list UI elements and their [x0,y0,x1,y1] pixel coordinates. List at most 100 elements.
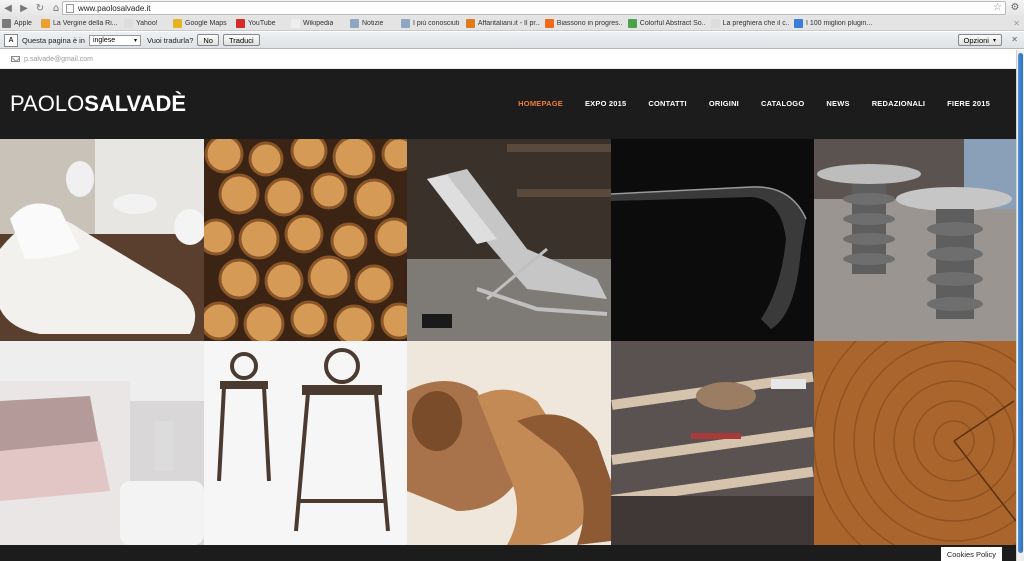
bookmark-item[interactable]: I più conosciuti [401,17,461,30]
gallery-tile-stools[interactable] [204,341,407,545]
white-chaise-image [0,139,204,341]
translate-icon: A [4,33,18,47]
gallery-tile-tables[interactable] [814,139,1016,341]
bookmark-item[interactable]: La Vergine della Ri... [41,17,119,30]
bookmark-label: Notizie [362,19,384,27]
bookmark-item[interactable]: Wikipedia [291,17,345,30]
translate-infobar: A Questa pagina è in inglese ▾ Vuoi trad… [0,32,1024,49]
folder-icon [350,18,359,28]
translate-button[interactable]: Traduci [222,34,260,46]
wall-shelves-image [611,341,814,545]
logo-first-name: PAOLO [10,91,85,116]
blogger-icon [545,18,554,28]
bookmark-label: La preghiera che il c... [722,19,789,27]
nav-item-homepage[interactable]: HOMEPAGE [518,99,563,108]
bookmark-item[interactable]: Affaritaliani.it - Il pr... [466,17,540,30]
address-bar[interactable]: www.paolosalvade.it ☆ [62,1,1006,15]
bookmark-label: YouTube [248,19,276,27]
wrench-icon[interactable]: ⚙ [1009,2,1021,14]
bookmark-label: La Vergine della Ri... [53,19,118,27]
bookmark-label: Colorful Abstract So... [639,19,706,27]
site-icon [466,18,475,28]
site-footer: Cookies Policy [0,545,1016,561]
bookmark-item[interactable]: YouTube [236,17,286,30]
chevron-down-icon: ▾ [992,37,996,44]
wood-rolls-image [407,341,611,545]
gallery-tile-bed[interactable] [0,341,204,545]
leaf-icon [628,18,637,28]
bookmark-item[interactable]: La preghiera che il c... [711,17,789,30]
bookmark-item[interactable]: Biassono in progres... [545,17,623,30]
site-header: PAOLOSALVADÈ HOMEPAGE EXPO 2015 CONTATTI OR… [0,69,1016,139]
page-icon [124,18,133,28]
bookmark-label: Affaritaliani.it - Il pr... [477,19,540,27]
nav-item-fiere-2015[interactable]: FIERE 2015 [947,99,990,108]
chevron-down-icon: ▾ [133,37,137,44]
gallery-tile-wood-rolls[interactable] [407,341,611,545]
bookmark-star-icon[interactable]: ☆ [993,2,1002,14]
main-nav: HOMEPAGE EXPO 2015 CONTATTI ORIGINI CATALOGO… [496,99,990,108]
bookmark-item[interactable]: Notizie [350,17,396,30]
page-icon [66,3,74,13]
bookmark-item[interactable]: Colorful Abstract So... [628,17,706,30]
bookmark-label: Wikipedia [303,19,334,27]
wikipedia-icon [291,18,300,28]
reload-icon[interactable]: ↻ [32,0,48,16]
page-icon [711,18,720,28]
scrollbar-thumb[interactable] [1018,53,1023,553]
product-gallery [0,139,1016,545]
translate-question: Vuoi tradurla? [146,35,194,45]
grey-lounger-image [407,139,611,341]
site-logo[interactable]: PAOLOSALVADÈ [10,93,186,115]
translate-prompt: Questa pagina è in [22,35,85,45]
close-icon[interactable]: ✕ [1011,35,1018,44]
url-text: www.paolosalvade.it [78,3,151,13]
scrollbar[interactable] [1016,50,1024,561]
gallery-tile-logs[interactable] [204,139,407,341]
site-icon [41,18,50,28]
bookmark-item[interactable]: Google Maps [173,17,231,30]
bookmark-label: I più conosciuti [413,19,460,27]
bookmark-label: Apple [14,19,32,27]
apple-icon [2,18,11,28]
bookmark-label: I 100 migliori plugin... [806,19,873,27]
bookmark-item[interactable]: Apple [2,17,36,30]
black-sculpture-image [611,139,814,341]
no-button[interactable]: No [197,34,219,46]
youtube-icon [236,18,245,28]
bookmark-item[interactable]: Yahoo! [124,17,168,30]
browser-toolbar: ◀ ▶ ↻ ⌂ www.paolosalvade.it ☆ ⚙ [0,0,1024,16]
options-label: Opzioni [963,35,989,45]
gallery-tile-shelves[interactable] [611,341,814,545]
nav-item-redazionali[interactable]: REDAZIONALI [872,99,925,108]
logs-image [204,139,407,341]
gallery-tile-black-sculpture[interactable] [611,139,814,341]
close-icon[interactable]: ✕ [1013,19,1020,28]
email-link[interactable]: p.salvade@gmail.com [24,56,93,63]
folder-icon [401,18,410,28]
options-button[interactable]: Opzioni ▾ [957,34,1002,46]
back-icon[interactable]: ◀ [0,0,16,16]
nav-item-origini[interactable]: ORIGINI [709,99,739,108]
gallery-tile-wood-grain[interactable] [814,341,1016,545]
gallery-tile-grey-lounger[interactable] [407,139,611,341]
bookmark-label: Google Maps [185,19,227,27]
bed-image [0,341,204,545]
bookmark-label: Biassono in progres... [556,19,623,27]
forward-icon[interactable]: ▶ [16,0,32,16]
stools-image [204,341,407,545]
nav-item-contatti[interactable]: CONTATTI [648,99,686,108]
nav-item-catalogo[interactable]: CATALOGO [761,99,804,108]
bookmark-item[interactable]: I 100 migliori plugin... [794,17,876,30]
nav-item-news[interactable]: NEWS [826,99,849,108]
wood-grain-image [814,341,1016,545]
round-tables-image [814,139,1016,341]
nav-item-expo-2015[interactable]: EXPO 2015 [585,99,626,108]
language-value: inglese [92,36,116,44]
language-select[interactable]: inglese ▾ [88,34,141,46]
check-icon [794,18,803,28]
bookmark-label: Yahoo! [136,19,158,27]
maps-icon [173,18,182,28]
gallery-tile-white-chaise[interactable] [0,139,204,341]
cookies-policy-button[interactable]: Cookies Policy [940,547,1002,561]
